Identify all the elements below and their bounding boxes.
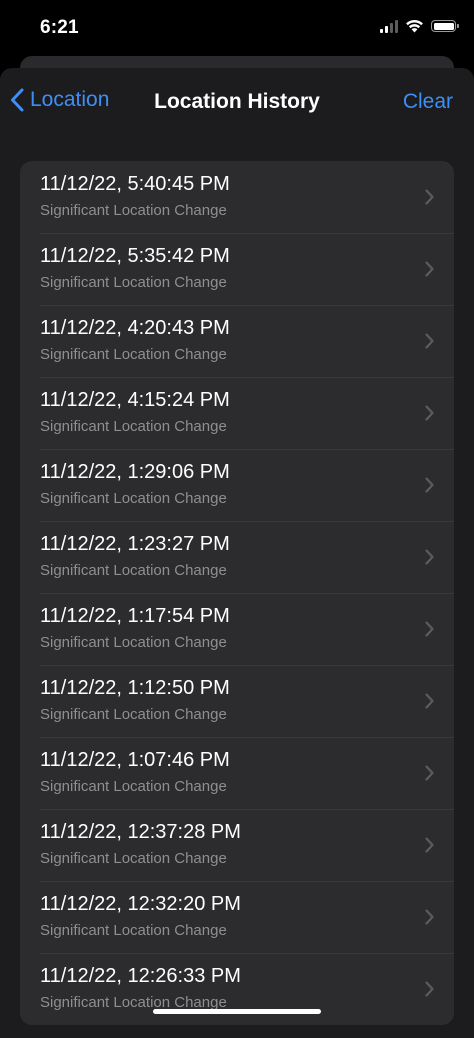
status-bar: 6:21	[0, 0, 474, 58]
chevron-right-icon	[425, 837, 434, 853]
list-item[interactable]: 11/12/22, 1:29:06 PM Significant Location…	[20, 449, 454, 521]
list-item[interactable]: 11/12/22, 5:35:42 PM Significant Location…	[20, 233, 454, 305]
list-item-timestamp: 11/12/22, 1:12:50 PM	[40, 677, 230, 699]
list-item-timestamp: 11/12/22, 1:29:06 PM	[40, 461, 230, 483]
list-item[interactable]: 11/12/22, 1:17:54 PM Significant Location…	[20, 593, 454, 665]
list-item-timestamp: 11/12/22, 12:37:28 PM	[40, 821, 241, 843]
list-item[interactable]: 11/12/22, 5:40:45 PM Significant Location…	[20, 161, 454, 233]
chevron-right-icon	[425, 981, 434, 997]
chevron-right-icon	[425, 261, 434, 277]
list-item-type: Significant Location Change	[40, 922, 227, 939]
list-item-timestamp: 11/12/22, 5:40:45 PM	[40, 173, 230, 195]
cellular-signal-icon	[380, 19, 398, 33]
chevron-right-icon	[425, 549, 434, 565]
navigation-bar: Location Location History Clear	[0, 68, 474, 140]
list-item-type: Significant Location Change	[40, 634, 227, 651]
chevron-right-icon	[425, 477, 434, 493]
list-item-type: Significant Location Change	[40, 202, 227, 219]
list-item-timestamp: 11/12/22, 1:17:54 PM	[40, 605, 230, 627]
list-item-type: Significant Location Change	[40, 850, 227, 867]
chevron-right-icon	[425, 189, 434, 205]
list-item[interactable]: 11/12/22, 12:26:33 PM Significant Locatio…	[20, 953, 454, 1025]
home-indicator[interactable]	[153, 1009, 321, 1014]
list-item-type: Significant Location Change	[40, 274, 227, 291]
list-item-timestamp: 11/12/22, 1:23:27 PM	[40, 533, 230, 555]
list-item[interactable]: 11/12/22, 12:32:20 PM Significant Locatio…	[20, 881, 454, 953]
list-item[interactable]: 11/12/22, 1:07:46 PM Significant Location…	[20, 737, 454, 809]
list-item-type: Significant Location Change	[40, 778, 227, 795]
chevron-right-icon	[425, 621, 434, 637]
list-item-timestamp: 11/12/22, 12:26:33 PM	[40, 965, 241, 987]
chevron-right-icon	[425, 765, 434, 781]
list-item[interactable]: 11/12/22, 1:23:27 PM Significant Location…	[20, 521, 454, 593]
chevron-right-icon	[425, 405, 434, 421]
list-item[interactable]: 11/12/22, 4:20:43 PM Significant Location…	[20, 305, 454, 377]
list-item-timestamp: 11/12/22, 1:07:46 PM	[40, 749, 230, 771]
list-item-type: Significant Location Change	[40, 346, 227, 363]
list-item-timestamp: 11/12/22, 5:35:42 PM	[40, 245, 230, 267]
list-item-type: Significant Location Change	[40, 490, 227, 507]
wifi-icon	[406, 19, 423, 33]
location-history-sheet: Location Location History Clear 11/12/22…	[0, 68, 474, 1038]
chevron-right-icon	[425, 693, 434, 709]
list-item-type: Significant Location Change	[40, 562, 227, 579]
list-item-type: Significant Location Change	[40, 418, 227, 435]
battery-icon	[431, 20, 459, 32]
status-time: 6:21	[40, 17, 79, 38]
status-icons	[380, 19, 459, 33]
chevron-right-icon	[425, 333, 434, 349]
list-item-type: Significant Location Change	[40, 706, 227, 723]
location-history-list: 11/12/22, 5:40:45 PM Significant Location…	[20, 161, 454, 1025]
list-item-timestamp: 11/12/22, 4:15:24 PM	[40, 389, 230, 411]
chevron-right-icon	[425, 909, 434, 925]
list-item[interactable]: 11/12/22, 1:12:50 PM Significant Location…	[20, 665, 454, 737]
clear-button[interactable]: Clear	[403, 90, 453, 114]
list-item-timestamp: 11/12/22, 12:32:20 PM	[40, 893, 241, 915]
list-item[interactable]: 11/12/22, 4:15:24 PM Significant Location…	[20, 377, 454, 449]
list-item-timestamp: 11/12/22, 4:20:43 PM	[40, 317, 230, 339]
list-item[interactable]: 11/12/22, 12:37:28 PM Significant Locatio…	[20, 809, 454, 881]
